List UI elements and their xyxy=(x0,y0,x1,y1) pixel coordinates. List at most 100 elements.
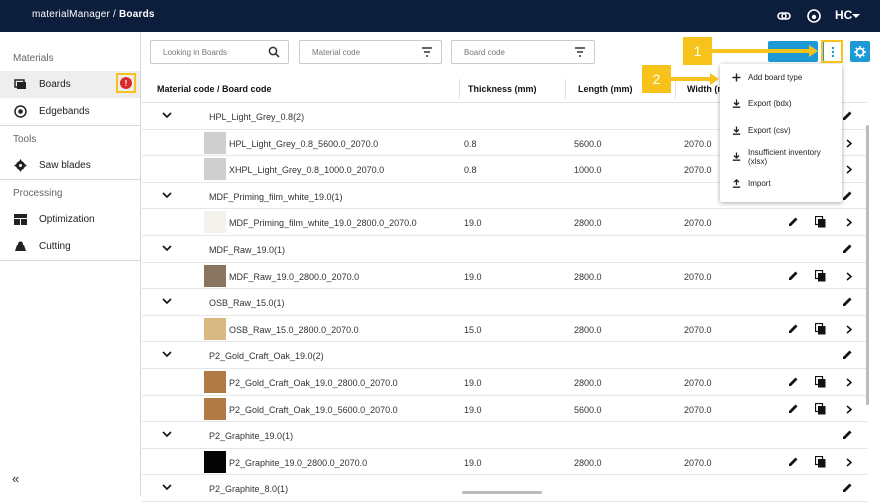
material-swatch xyxy=(204,370,226,393)
board-code: HPL_Light_Grey_0.8_5600.0_2070.0 xyxy=(229,138,379,149)
callout-arrow xyxy=(712,49,810,53)
edit-group-icon[interactable] xyxy=(842,110,853,123)
material-swatch xyxy=(204,211,226,234)
search-input[interactable]: Looking in Boards xyxy=(150,40,289,64)
edit-group-icon[interactable] xyxy=(842,296,853,309)
edit-group-icon[interactable] xyxy=(842,429,853,442)
material-code-filter[interactable]: Material code xyxy=(299,40,442,64)
table-row[interactable]: P2_Gold_Craft_Oak_19.0_5600.0_2070.0 19.… xyxy=(142,396,867,423)
edit-icon[interactable] xyxy=(788,323,799,336)
board-code: P2_Graphite_19.0_2800.0_2070.0 xyxy=(229,457,368,468)
material-swatch xyxy=(204,450,226,473)
group-row[interactable]: OSB_Raw_15.0(1) xyxy=(142,289,867,316)
width-value: 2070.0 xyxy=(684,165,712,176)
chevron-down-icon[interactable] xyxy=(162,111,172,121)
chevron-down-icon[interactable] xyxy=(162,244,172,254)
cutting-icon xyxy=(13,241,27,253)
material-code-placeholder: Material code xyxy=(312,47,361,57)
menu-item-label: Export (bdx) xyxy=(748,99,792,109)
menu-item-import[interactable]: Import xyxy=(720,170,842,197)
thickness-value: 19.0 xyxy=(464,377,482,388)
edit-icon[interactable] xyxy=(788,216,799,229)
menu-item-export-bdx[interactable]: Export (bdx) xyxy=(720,91,842,118)
group-row[interactable]: P2_Graphite_19.0(1) xyxy=(142,422,867,449)
chevron-right-icon[interactable] xyxy=(845,271,853,283)
header-thickness[interactable]: Thickness (mm) xyxy=(468,84,537,94)
collapse-sidebar-button[interactable]: « xyxy=(12,471,19,486)
copy-icon[interactable] xyxy=(814,402,826,417)
chevron-right-icon[interactable] xyxy=(845,139,853,150)
chevron-down-icon[interactable] xyxy=(162,430,172,440)
upload-icon xyxy=(732,178,748,188)
table-row[interactable]: MDF_Priming_film_white_19.0_2800.0_2070.… xyxy=(142,209,867,236)
scrollbar-thumb[interactable] xyxy=(866,125,869,405)
company-logo[interactable]: HC xyxy=(835,8,852,22)
vertical-scrollbar[interactable] xyxy=(864,103,871,496)
menu-item-add-board-type[interactable]: Add board type xyxy=(720,64,842,91)
table-row[interactable]: OSB_Raw_15.0_2800.0_2070.0 15.0 2800.0 2… xyxy=(142,316,867,343)
thickness-value: 19.0 xyxy=(464,457,482,468)
menu-item-insufficient-inventory-xlsx[interactable]: Insufficient inventory (xlsx) xyxy=(720,144,842,171)
group-row[interactable]: MDF_Raw_19.0(1) xyxy=(142,236,867,263)
search-placeholder: Looking in Boards xyxy=(163,47,228,57)
support-icon[interactable] xyxy=(806,8,822,24)
width-value: 2070.0 xyxy=(684,377,712,388)
chevron-right-icon[interactable] xyxy=(845,165,853,176)
chevron-right-icon[interactable] xyxy=(845,218,853,229)
callout-arrow xyxy=(671,77,711,81)
edit-icon[interactable] xyxy=(788,376,799,389)
width-value: 2070.0 xyxy=(684,457,712,468)
sidebar-item-cutting[interactable]: Cutting xyxy=(0,233,140,260)
sidebar-item-optimization[interactable]: Optimization xyxy=(0,206,140,233)
horizontal-scrollbar[interactable] xyxy=(150,489,865,495)
copy-icon[interactable] xyxy=(814,216,826,230)
edit-group-icon[interactable] xyxy=(842,243,853,256)
link-icon[interactable] xyxy=(776,8,792,24)
warning-badge[interactable]: ! xyxy=(120,77,132,89)
copy-icon[interactable] xyxy=(814,375,826,390)
callout-1: 1 xyxy=(683,37,712,65)
edit-group-icon[interactable] xyxy=(842,190,853,203)
edit-icon[interactable] xyxy=(788,456,799,469)
chevron-down-icon[interactable] xyxy=(162,350,172,360)
thickness-value: 19.0 xyxy=(464,218,482,229)
column-divider xyxy=(459,79,460,99)
table-row[interactable]: P2_Gold_Craft_Oak_19.0_2800.0_2070.0 19.… xyxy=(142,369,867,396)
chevron-right-icon[interactable] xyxy=(845,378,853,389)
settings-button[interactable] xyxy=(850,41,870,62)
thickness-value: 15.0 xyxy=(464,324,482,335)
group-row[interactable]: P2_Gold_Craft_Oak_19.0(2) xyxy=(142,342,867,369)
download-icon xyxy=(732,152,748,162)
material-swatch xyxy=(204,158,226,181)
header-length[interactable]: Length (mm) xyxy=(578,84,633,94)
header-code[interactable]: Material code / Board code xyxy=(157,84,272,94)
boards-icon xyxy=(13,79,27,91)
edgeband-icon xyxy=(13,105,27,118)
chevron-down-icon[interactable] xyxy=(162,191,172,201)
chevron-right-icon[interactable] xyxy=(845,404,853,416)
chevron-right-icon[interactable] xyxy=(845,325,853,336)
edit-group-icon[interactable] xyxy=(842,349,853,362)
menu-item-label: Add board type xyxy=(748,72,803,82)
scrollbar-thumb[interactable] xyxy=(462,491,542,494)
copy-icon[interactable] xyxy=(814,269,826,284)
chevron-down-icon[interactable] xyxy=(851,11,861,21)
table-row[interactable]: MDF_Raw_19.0_2800.0_2070.0 19.0 2800.0 2… xyxy=(142,263,867,290)
edit-icon[interactable] xyxy=(788,270,799,283)
edit-icon[interactable] xyxy=(788,403,799,416)
board-code-filter[interactable]: Board code xyxy=(451,40,595,64)
breadcrumb-separator: / xyxy=(113,9,117,20)
chevron-right-icon[interactable] xyxy=(845,458,853,469)
sidebar-item-edgebands[interactable]: Edgebands xyxy=(0,98,140,125)
sidebar-item-boards[interactable]: Boards ! xyxy=(0,71,140,98)
sidebar: Materials Boards ! Edgebands Tools Saw b… xyxy=(0,32,141,496)
sidebar-item-saw-blades[interactable]: Saw blades xyxy=(0,152,140,179)
chevron-down-icon[interactable] xyxy=(162,297,172,307)
app-name[interactable]: materialManager xyxy=(32,9,110,20)
copy-icon[interactable] xyxy=(814,322,826,337)
menu-item-export-csv[interactable]: Export (csv) xyxy=(720,117,842,144)
copy-icon[interactable] xyxy=(814,455,826,470)
table-row[interactable]: P2_Graphite_19.0_2800.0_2070.0 19.0 2800… xyxy=(142,449,867,476)
length-value: 2800.0 xyxy=(574,457,602,468)
group-label: P2_Gold_Craft_Oak_19.0(2) xyxy=(209,351,324,362)
